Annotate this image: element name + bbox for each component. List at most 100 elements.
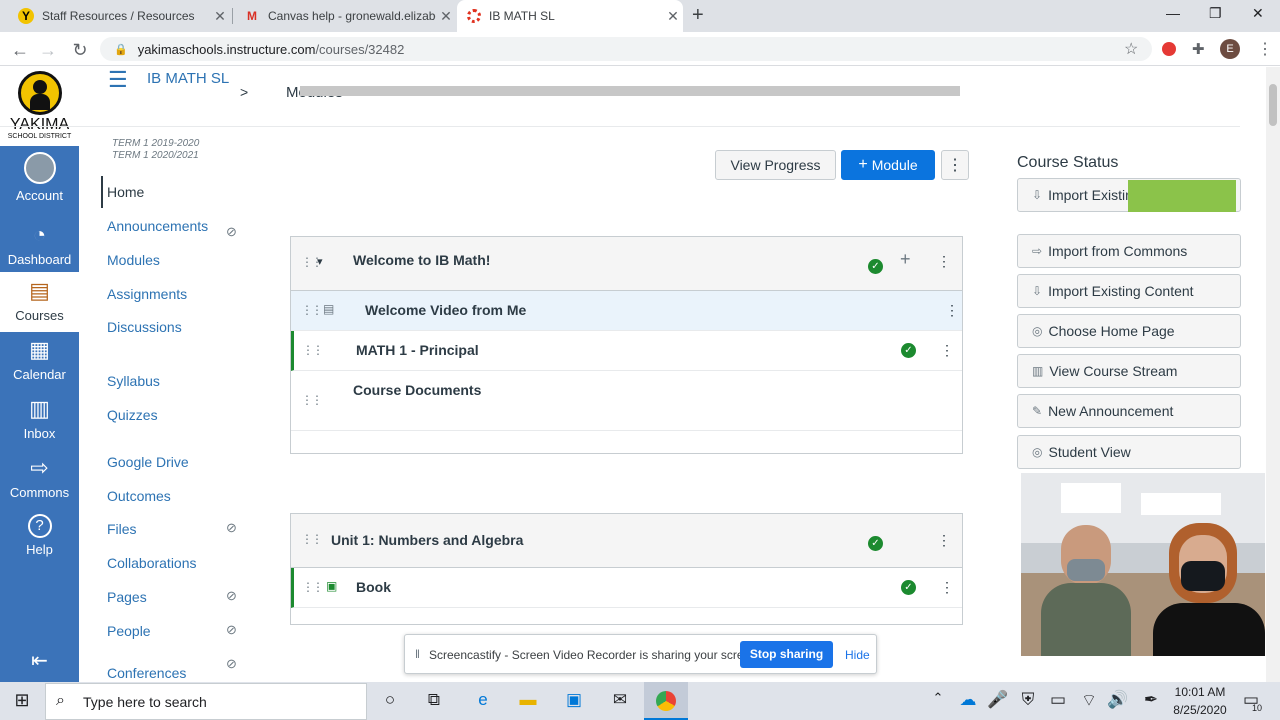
- drag-handle-icon[interactable]: ⋮⋮: [301, 393, 323, 407]
- nav-dashboard[interactable]: ◔ Dashboard: [0, 222, 79, 267]
- wifi-icon[interactable]: ⌔: [1078, 690, 1100, 711]
- module-kebab-icon[interactable]: ⋮: [937, 532, 951, 549]
- published-check-icon[interactable]: ✓: [901, 343, 916, 358]
- scrollbar-thumb[interactable]: [1269, 84, 1277, 126]
- module-item[interactable]: ⋮⋮ ▤ Welcome Video from Me ⋮: [291, 291, 962, 331]
- course-nav-quizzes[interactable]: Quizzes: [107, 407, 158, 423]
- windows-start-icon[interactable]: ⊞: [11, 690, 33, 711]
- import-from-commons-button[interactable]: ⇨ Import from Commons: [1017, 234, 1241, 268]
- browser-menu-icon[interactable]: ⋮: [1257, 39, 1273, 59]
- view-course-stream-button[interactable]: ▥ View Course Stream: [1017, 354, 1241, 388]
- item-kebab-icon[interactable]: ⋮: [945, 302, 959, 319]
- item-title[interactable]: Book: [356, 579, 391, 595]
- drag-handle-icon[interactable]: ⋮⋮: [302, 580, 324, 594]
- course-nav-syllabus[interactable]: Syllabus: [107, 373, 160, 389]
- course-options-kebab-icon[interactable]: ⋮: [941, 150, 969, 180]
- course-nav-assignments[interactable]: Assignments: [107, 286, 187, 302]
- hamburger-menu-icon[interactable]: ☰: [108, 69, 128, 91]
- course-nav-files[interactable]: Files: [107, 521, 137, 537]
- course-nav-home[interactable]: Home: [107, 184, 144, 200]
- module-item[interactable]: ⋮⋮ Course Documents: [291, 371, 962, 431]
- clock-date[interactable]: 8/25/2020: [1168, 703, 1232, 717]
- drag-handle-icon[interactable]: ⋮⋮: [302, 343, 324, 357]
- collapse-triangle-icon[interactable]: ▾: [317, 255, 323, 268]
- store-icon[interactable]: ▣: [563, 690, 585, 710]
- nav-account[interactable]: Account: [0, 152, 79, 203]
- import-button[interactable]: ⇩ Import Existing Content: [1017, 274, 1241, 308]
- file-explorer-icon[interactable]: ▬: [517, 690, 539, 710]
- tray-expand-icon[interactable]: ⌃: [927, 690, 949, 706]
- module-kebab-icon[interactable]: ⋮: [937, 253, 951, 270]
- course-nav-outcomes[interactable]: Outcomes: [107, 488, 171, 504]
- close-icon[interactable]: ✕: [663, 8, 683, 25]
- module-item[interactable]: ⋮⋮ ▣ Book ✓ ⋮: [291, 568, 962, 608]
- breadcrumb-course[interactable]: IB MATH SL: [147, 70, 229, 87]
- course-nav-collaborations[interactable]: Collaborations: [107, 555, 197, 571]
- add-item-plus-icon[interactable]: +: [900, 249, 911, 270]
- taskbar-search-box[interactable]: ⌕ Type here to search: [45, 683, 367, 720]
- item-kebab-icon[interactable]: ⋮: [940, 579, 954, 596]
- close-icon[interactable]: ✕: [436, 8, 456, 25]
- publish-button[interactable]: [1128, 180, 1236, 212]
- item-title[interactable]: Welcome Video from Me: [365, 302, 526, 318]
- module-header[interactable]: ⋮⋮ Unit 1: Numbers and Algebra ✓ ⋮: [291, 514, 962, 568]
- nav-inbox[interactable]: ▥ Inbox: [0, 396, 79, 441]
- reload-icon[interactable]: ↻: [70, 40, 90, 61]
- course-nav-people[interactable]: People: [107, 623, 151, 639]
- published-check-icon[interactable]: ✓: [901, 580, 916, 595]
- item-title[interactable]: Course Documents: [353, 382, 481, 398]
- course-nav-google-drive[interactable]: Google Drive: [107, 454, 189, 470]
- tab-ib-math[interactable]: IB MATH SL ✕: [457, 0, 683, 32]
- cortana-icon[interactable]: ○: [379, 690, 401, 710]
- item-kebab-icon[interactable]: ⋮: [940, 342, 954, 359]
- new-tab-button[interactable]: +: [692, 4, 704, 27]
- item-title[interactable]: MATH 1 - Principal: [356, 342, 479, 358]
- published-check-icon[interactable]: ✓: [868, 259, 883, 274]
- extensions-puzzle-icon[interactable]: ✚: [1192, 40, 1205, 58]
- nav-help[interactable]: ? Help: [0, 514, 79, 557]
- module-item[interactable]: ⋮⋮ MATH 1 - Principal ✓ ⋮: [291, 331, 962, 371]
- profile-avatar[interactable]: E: [1220, 39, 1240, 59]
- drag-handle-icon[interactable]: ⋮⋮: [301, 532, 323, 546]
- module-header[interactable]: ⋮⋮ ▾ Welcome to IB Math! ✓ + ⋮: [291, 237, 962, 291]
- course-nav-pages[interactable]: Pages: [107, 589, 147, 605]
- course-nav-modules[interactable]: Modules: [107, 252, 160, 268]
- choose-home-page-button[interactable]: ◎ Choose Home Page: [1017, 314, 1241, 348]
- tab-gmail[interactable]: M Canvas help - gronewald.elizabet ✕: [234, 0, 456, 32]
- course-nav-conferences[interactable]: Conferences: [107, 665, 186, 681]
- back-icon[interactable]: ←: [10, 40, 30, 61]
- page-scrollbar[interactable]: [1266, 67, 1280, 682]
- window-close-icon[interactable]: ✕: [1252, 5, 1264, 22]
- chrome-taskbar-button[interactable]: [644, 682, 688, 720]
- student-view-button[interactable]: ◎ Student View: [1017, 435, 1241, 469]
- mail-icon[interactable]: ✉: [609, 690, 631, 710]
- published-check-icon[interactable]: ✓: [868, 536, 883, 551]
- url-input[interactable]: 🔒 yakimaschools.instructure.com/courses/…: [100, 37, 1152, 61]
- nav-calendar[interactable]: ▦ Calendar: [0, 337, 79, 382]
- edge-icon[interactable]: e: [472, 690, 494, 710]
- task-view-icon[interactable]: ⧉: [423, 690, 445, 710]
- nav-courses[interactable]: ▤ Courses: [0, 272, 79, 332]
- battery-icon[interactable]: ▭: [1047, 690, 1069, 710]
- pen-icon[interactable]: ✒: [1140, 690, 1162, 710]
- stop-sharing-button[interactable]: Stop sharing: [740, 641, 833, 668]
- nav-commons[interactable]: ⇨ Commons: [0, 455, 79, 500]
- bookmark-star-icon[interactable]: ☆: [1124, 39, 1138, 59]
- onedrive-icon[interactable]: ☁: [957, 690, 979, 710]
- microphone-icon[interactable]: 🎤: [987, 690, 1009, 710]
- school-logo[interactable]: YAKIMA SCHOOL DISTRICT: [0, 67, 79, 146]
- new-announcement-button[interactable]: ✎ New Announcement: [1017, 394, 1241, 428]
- hide-button[interactable]: Hide: [845, 648, 870, 662]
- security-icon[interactable]: ⛨: [1017, 690, 1039, 710]
- drag-handle-icon[interactable]: ⋮⋮: [301, 303, 323, 317]
- clock-time[interactable]: 10:01 AM: [1168, 685, 1232, 699]
- add-module-button[interactable]: + Module: [841, 150, 935, 180]
- course-nav-announcements[interactable]: Announcements: [107, 218, 208, 234]
- close-icon[interactable]: ✕: [210, 8, 230, 25]
- maximize-icon[interactable]: ❐: [1209, 5, 1222, 22]
- screencastify-extension-icon[interactable]: [1162, 42, 1176, 56]
- volume-icon[interactable]: 🔊: [1107, 690, 1129, 710]
- course-nav-discussions[interactable]: Discussions: [107, 319, 182, 335]
- minimize-icon[interactable]: —: [1166, 5, 1180, 21]
- tab-staff-resources[interactable]: Y Staff Resources / Resources ✕: [8, 0, 230, 32]
